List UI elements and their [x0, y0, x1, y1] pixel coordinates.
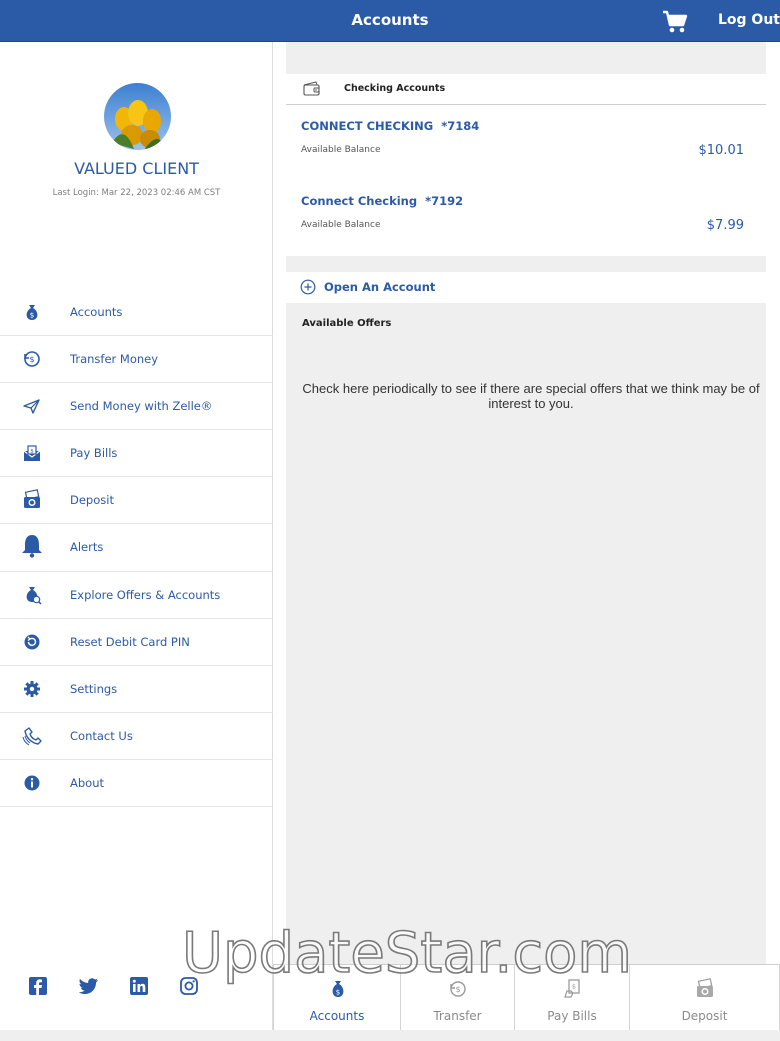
tab-transfer[interactable]: $ Transfer [401, 965, 515, 1031]
checking-accounts-header: Checking Accounts [286, 74, 766, 105]
bell-icon [19, 533, 45, 559]
tab-label: Deposit [681, 1009, 728, 1023]
sidebar-item-pay-bills[interactable]: $ Pay Bills [0, 430, 273, 478]
money-bag-icon: $ [326, 977, 350, 1001]
sidebar-item-label: Contact Us [70, 728, 133, 743]
app-header: Accounts Log Out [0, 0, 780, 42]
twitter-icon[interactable] [78, 977, 99, 997]
sidebar-item-label: About [70, 775, 105, 790]
account-row-7192[interactable]: Connect Checking *7192 Available Balance… [286, 181, 766, 256]
svg-text:$: $ [30, 449, 34, 455]
svg-text:$: $ [29, 355, 34, 364]
reset-icon [21, 631, 43, 653]
sidebar-item-label: Explore Offers & Accounts [70, 587, 221, 602]
facebook-icon[interactable] [29, 977, 49, 997]
transfer-icon: $ [446, 977, 470, 1001]
money-bag-icon: $ [21, 301, 43, 323]
open-account-button[interactable]: Open An Account [286, 272, 766, 303]
last-login-text: Last Login: Mar 22, 2023 02:46 AM CST [52, 188, 221, 198]
sidebar-item-about[interactable]: About [0, 760, 273, 808]
available-balance-label: Available Balance [301, 145, 381, 155]
sidebar-item-transfer-money[interactable]: $ Transfer Money [0, 336, 273, 384]
gear-icon [21, 678, 43, 700]
envelope-bill-icon: $ [21, 442, 43, 464]
svg-text:$: $ [30, 312, 34, 320]
bottom-tab-bar: $ Accounts $ Transfer $ Pay Bills Deposi… [273, 964, 780, 1031]
paper-plane-icon [21, 395, 43, 417]
sidebar-nav: $ Accounts $ Transfer Money Send Money w… [0, 289, 273, 808]
tab-label: Pay Bills [547, 1009, 597, 1023]
account-balance: $10.01 [698, 143, 745, 158]
available-offers-text: Check here periodically to see if there … [302, 381, 760, 411]
available-balance-label: Available Balance [301, 220, 381, 230]
tab-deposit[interactable]: Deposit [630, 965, 780, 1031]
shopping-cart-icon[interactable] [661, 9, 689, 35]
sidebar-item-label: Reset Debit Card PIN [70, 634, 190, 649]
svg-text:$: $ [572, 983, 576, 991]
sidebar-item-label: Alerts [70, 540, 104, 555]
sidebar-item-contact-us[interactable]: Contact Us [0, 713, 273, 760]
open-account-label: Open An Account [324, 280, 436, 294]
svg-text:$: $ [336, 989, 340, 997]
tab-pay-bills[interactable]: $ Pay Bills [515, 965, 630, 1031]
sidebar-item-label: Transfer Money [70, 352, 159, 367]
sidebar-item-settings[interactable]: Settings [0, 666, 273, 713]
sidebar-item-reset-pin[interactable]: Reset Debit Card PIN [0, 619, 273, 666]
avatar[interactable] [104, 83, 171, 150]
sidebar: VALUED CLIENT Last Login: Mar 22, 2023 0… [0, 42, 273, 1041]
account-name: Connect Checking *7192 [301, 194, 464, 208]
sidebar-item-label: Settings [70, 681, 118, 696]
client-name: VALUED CLIENT [74, 159, 199, 178]
main-content: Checking Accounts CONNECT CHECKING *7184… [286, 42, 766, 977]
account-row-7184[interactable]: CONNECT CHECKING *7184 Available Balance… [286, 105, 766, 180]
linkedin-icon[interactable] [130, 977, 150, 997]
checking-accounts-card: Checking Accounts CONNECT CHECKING *7184… [286, 74, 766, 256]
bill-icon: $ [561, 977, 585, 1001]
bottom-strip [0, 1030, 780, 1041]
sidebar-item-zelle[interactable]: Send Money with Zelle® [0, 383, 273, 431]
plus-circle-icon [300, 279, 316, 299]
tab-label: Transfer [433, 1009, 482, 1023]
logout-button[interactable]: Log Out [718, 12, 780, 28]
tab-accounts[interactable]: $ Accounts [273, 965, 401, 1031]
checking-accounts-title: Checking Accounts [344, 83, 446, 94]
camera-check-icon [21, 489, 43, 511]
camera-check-icon [693, 977, 717, 1001]
transfer-icon: $ [21, 348, 43, 370]
svg-text:$: $ [455, 985, 460, 994]
account-balance: $7.99 [706, 218, 744, 233]
info-icon [21, 772, 43, 794]
money-bag-offers-icon [21, 584, 43, 606]
sidebar-item-explore-offers[interactable]: Explore Offers & Accounts [0, 572, 273, 619]
sidebar-item-label: Accounts [70, 305, 123, 319]
sidebar-item-deposit[interactable]: Deposit [0, 477, 273, 525]
sidebar-item-label: Send Money with Zelle® [70, 399, 213, 414]
sidebar-item-accounts[interactable]: $ Accounts [0, 289, 273, 337]
phone-icon [21, 725, 43, 747]
instagram-icon[interactable] [180, 977, 200, 997]
account-name: CONNECT CHECKING *7184 [301, 119, 480, 133]
sidebar-item-label: Pay Bills [70, 446, 118, 461]
tab-label: Accounts [309, 1009, 365, 1023]
sidebar-item-alerts[interactable]: Alerts [0, 524, 273, 572]
sidebar-item-label: Deposit [70, 493, 114, 508]
available-offers-title: Available Offers [302, 318, 392, 329]
wallet-icon [302, 81, 322, 101]
